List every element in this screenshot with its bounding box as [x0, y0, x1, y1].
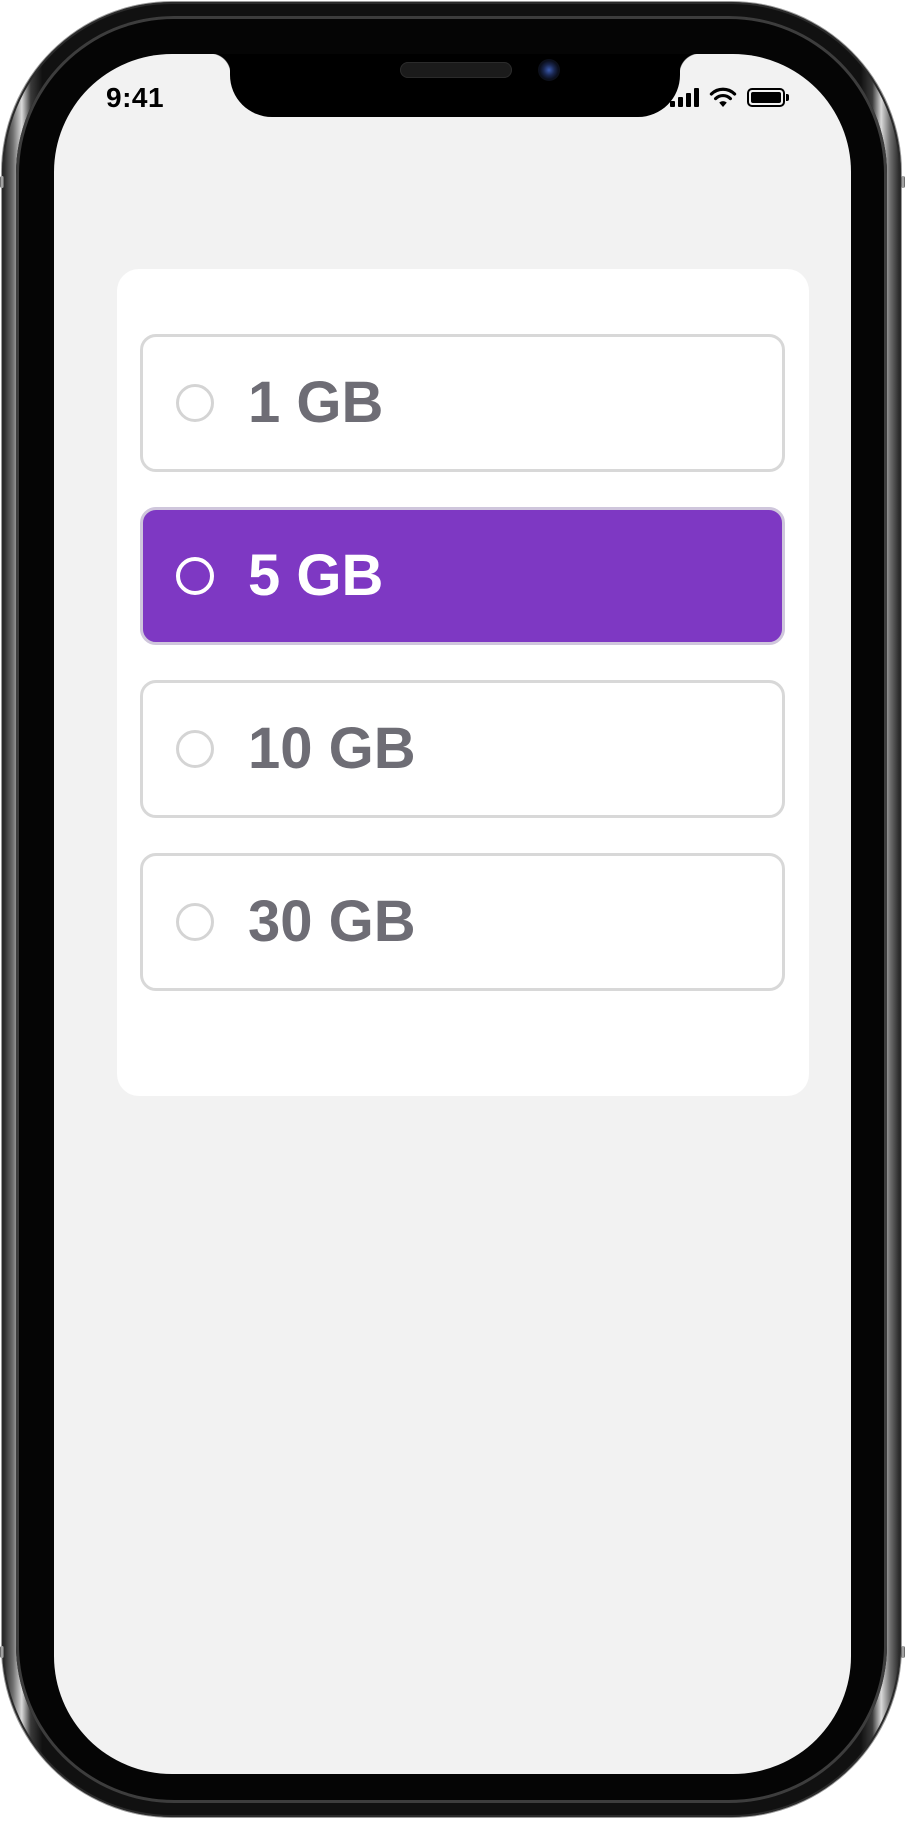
- storage-option-label: 30 GB: [248, 889, 416, 954]
- battery-icon: [747, 87, 789, 107]
- left-side-button-bottom: [0, 1646, 4, 1658]
- phone-screen: 9:41 1 GB 5 GB 10 GB 30 GB: [54, 54, 851, 1774]
- storage-option-label: 10 GB: [248, 716, 416, 781]
- right-side-button-bottom: [901, 1646, 905, 1658]
- radio-button[interactable]: [176, 557, 214, 595]
- left-side-button-top: [0, 176, 4, 188]
- radio-button[interactable]: [176, 903, 214, 941]
- cellular-signal-icon: [670, 87, 699, 107]
- storage-option-label: 5 GB: [248, 543, 384, 608]
- storage-option-10gb[interactable]: 10 GB: [140, 680, 785, 818]
- status-icons: [670, 84, 789, 110]
- speaker-grille-icon: [400, 62, 512, 78]
- storage-option-list: 1 GB 5 GB 10 GB 30 GB: [140, 334, 785, 1026]
- wifi-icon: [709, 87, 737, 107]
- storage-option-1gb[interactable]: 1 GB: [140, 334, 785, 472]
- notch: [210, 54, 700, 117]
- storage-option-label: 1 GB: [248, 370, 384, 435]
- radio-button[interactable]: [176, 730, 214, 768]
- storage-option-30gb[interactable]: 30 GB: [140, 853, 785, 991]
- storage-options-card: 1 GB 5 GB 10 GB 30 GB: [117, 269, 809, 1096]
- storage-option-5gb[interactable]: 5 GB: [140, 507, 785, 645]
- radio-button[interactable]: [176, 384, 214, 422]
- front-camera-icon: [538, 59, 560, 81]
- right-side-button-top: [901, 176, 905, 188]
- status-time: 9:41: [106, 82, 165, 113]
